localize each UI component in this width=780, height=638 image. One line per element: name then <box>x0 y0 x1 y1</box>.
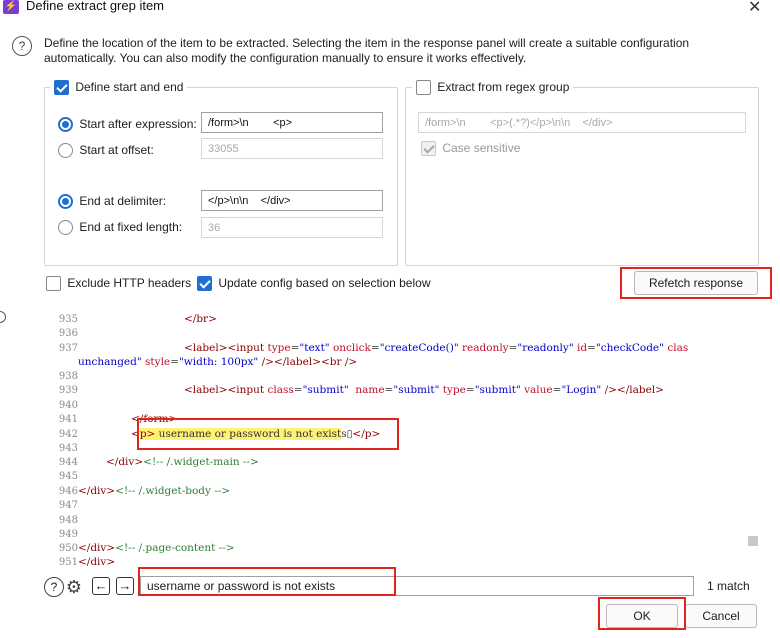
burp-icon: ⚡ <box>3 0 19 14</box>
update-config-checkbox[interactable] <box>197 276 212 292</box>
start-offset-label: Start at offset: <box>79 143 154 157</box>
close-icon[interactable]: ✕ <box>748 0 761 17</box>
regex-input[interactable]: /form>\n <p>(.*?)</p>\n\n </div> <box>418 112 746 133</box>
line-number: 938 <box>58 371 78 382</box>
line-number: 946 <box>58 486 78 497</box>
line-number: 941 <box>58 414 78 425</box>
description-text: Define the location of the item to be ex… <box>44 36 690 65</box>
start-offset-radio[interactable] <box>58 143 73 159</box>
case-sensitive-option[interactable]: Case sensitive <box>421 141 521 157</box>
line-number: 936 <box>58 328 78 339</box>
exclude-headers-checkbox[interactable] <box>46 276 61 292</box>
next-match-button[interactable]: → <box>116 577 134 595</box>
define-start-end-label: Define start and end <box>75 80 184 94</box>
annotation-box <box>137 418 399 450</box>
define-start-end-legend[interactable]: Define start and end <box>50 80 188 96</box>
line-number: 939 <box>58 385 78 396</box>
start-after-option[interactable]: Start after expression: <box>58 117 197 133</box>
annotation-box <box>138 567 396 596</box>
update-config-option[interactable]: Update config based on selection below <box>197 276 431 292</box>
scrollbar-thumb[interactable] <box>748 536 758 546</box>
panel-handle-icon[interactable] <box>0 311 6 323</box>
case-sensitive-label: Case sensitive <box>442 141 521 155</box>
exclude-headers-label: Exclude HTTP headers <box>67 276 192 290</box>
start-offset-input[interactable]: 33055 <box>201 138 383 159</box>
update-config-label: Update config based on selection below <box>218 276 431 290</box>
line-number: 945 <box>58 471 78 482</box>
line-number: 944 <box>58 457 78 468</box>
help-icon[interactable]: ? <box>44 577 64 597</box>
gear-icon[interactable]: ⚙ <box>64 577 84 597</box>
editor-scrollbar[interactable] <box>758 309 770 571</box>
line-number: 942 <box>58 429 78 440</box>
line-number: 947 <box>58 500 78 511</box>
code-line: </div> <box>78 556 116 568</box>
end-fixed-input[interactable]: 36 <box>201 217 383 238</box>
code-line: unchanged" style="width: 100px" /></labe… <box>78 356 358 368</box>
define-start-end-checkbox[interactable] <box>54 80 69 96</box>
regex-group-checkbox[interactable] <box>416 80 431 96</box>
end-delimiter-label: End at delimiter: <box>79 194 167 208</box>
code-line: </br> <box>184 313 217 325</box>
regex-group-legend[interactable]: Extract from regex group <box>412 80 574 96</box>
line-number: 949 <box>58 529 78 540</box>
start-offset-option[interactable]: Start at offset: <box>58 143 154 159</box>
end-delimiter-input[interactable]: </p>\n\n </div> <box>201 190 383 211</box>
code-line: </div><!-- /.widget-body --> <box>78 485 231 497</box>
cancel-button[interactable]: Cancel <box>685 604 757 628</box>
start-after-label: Start after expression: <box>79 117 197 131</box>
end-fixed-option[interactable]: End at fixed length: <box>58 220 183 236</box>
end-fixed-radio[interactable] <box>58 220 73 236</box>
end-delimiter-radio[interactable] <box>58 194 73 210</box>
annotation-box <box>598 597 686 630</box>
end-fixed-label: End at fixed length: <box>79 220 183 234</box>
code-line: <label><input class="submit" name="submi… <box>184 384 664 396</box>
title-bar: ⚡ Define extract grep item ✕ <box>0 0 780 16</box>
match-count: 1 match <box>707 579 750 593</box>
line-number: 950 <box>58 543 78 554</box>
line-number: 951 <box>58 557 78 568</box>
help-icon[interactable]: ? <box>12 36 32 56</box>
end-delimiter-option[interactable]: End at delimiter: <box>58 194 167 210</box>
code-line: </div><!-- /.widget-main --> <box>106 456 259 468</box>
line-number: 935 <box>58 314 78 325</box>
regex-group-label: Extract from regex group <box>437 80 570 94</box>
previous-match-button[interactable]: ← <box>92 577 110 595</box>
line-number: 948 <box>58 515 78 526</box>
annotation-box <box>620 267 772 299</box>
start-after-radio[interactable] <box>58 117 73 133</box>
window-title: Define extract grep item <box>26 0 165 13</box>
code-line: </div><!-- /.page-content --> <box>78 542 235 554</box>
arrow-left-icon: ← <box>94 578 108 593</box>
case-sensitive-checkbox[interactable] <box>421 141 436 157</box>
line-number: 943 <box>58 443 78 454</box>
exclude-headers-option[interactable]: Exclude HTTP headers <box>46 276 192 292</box>
start-after-input[interactable]: /form>\n <p> <box>201 112 383 133</box>
line-number: 940 <box>58 400 78 411</box>
arrow-right-icon: → <box>118 578 132 593</box>
line-number: 937 <box>58 343 78 354</box>
code-line: <label><input type="text" onclick="creat… <box>184 342 689 354</box>
